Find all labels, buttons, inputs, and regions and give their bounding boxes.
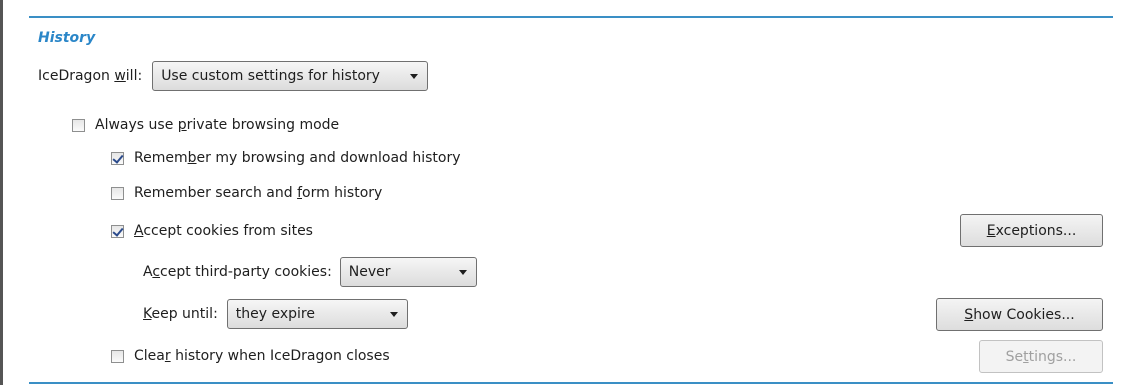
third-party-cookies-dropdown[interactable]: Never xyxy=(339,257,477,287)
keep-until-dropdown[interactable]: they expire xyxy=(226,299,408,329)
exceptions-button-label: Exceptions... xyxy=(986,222,1077,239)
accept-cookies-checkbox[interactable] xyxy=(111,224,124,238)
history-mode-dropdown[interactable]: Use custom settings for history xyxy=(152,61,429,91)
chevron-down-icon xyxy=(458,270,467,275)
private-mode-label: Always use private browsing mode xyxy=(95,117,340,133)
remember-search-checkbox[interactable] xyxy=(111,186,124,200)
keep-until-row: Keep until: they expire xyxy=(143,299,408,329)
accept-cookies-label: Accept cookies from sites xyxy=(134,223,313,239)
settings-button[interactable]: Settings... xyxy=(979,340,1103,373)
private-mode-option[interactable]: Always use private browsing mode xyxy=(72,115,339,135)
remember-search-label: Remember search and form history xyxy=(134,185,383,201)
history-preferences-panel: History IceDragon will: Use custom setti… xyxy=(0,0,1135,385)
keep-until-selected-value: they expire xyxy=(235,306,315,322)
section-top-divider xyxy=(29,16,1113,18)
third-party-cookies-row: Accept third-party cookies: Never xyxy=(143,257,477,287)
chevron-down-icon xyxy=(389,312,398,317)
show-cookies-button[interactable]: Show Cookies... xyxy=(936,298,1103,331)
remember-browsing-label: Remember my browsing and download histor… xyxy=(134,150,461,166)
settings-button-label: Settings... xyxy=(1005,348,1077,365)
keep-until-label: Keep until: xyxy=(143,306,218,322)
clear-history-option[interactable]: Clear history when IceDragon closes xyxy=(111,346,390,366)
clear-history-label: Clear history when IceDragon closes xyxy=(134,348,390,364)
accept-cookies-option[interactable]: Accept cookies from sites xyxy=(111,221,313,241)
remember-search-option[interactable]: Remember search and form history xyxy=(111,183,382,203)
third-party-cookies-selected-value: Never xyxy=(348,264,391,280)
history-mode-selected-value: Use custom settings for history xyxy=(161,68,380,84)
section-bottom-divider xyxy=(29,382,1113,384)
history-mode-row: IceDragon will: Use custom settings for … xyxy=(38,61,429,91)
third-party-cookies-label: Accept third-party cookies: xyxy=(143,264,332,280)
section-heading: History xyxy=(38,30,96,46)
chevron-down-icon xyxy=(410,74,419,79)
remember-browsing-checkbox[interactable] xyxy=(111,151,124,165)
exceptions-button[interactable]: Exceptions... xyxy=(960,214,1103,247)
clear-history-checkbox[interactable] xyxy=(111,349,124,363)
remember-browsing-option[interactable]: Remember my browsing and download histor… xyxy=(111,148,461,168)
window-left-border xyxy=(0,0,3,385)
private-mode-checkbox[interactable] xyxy=(72,118,85,132)
history-mode-label: IceDragon will: xyxy=(38,68,143,84)
show-cookies-button-label: Show Cookies... xyxy=(964,306,1075,323)
